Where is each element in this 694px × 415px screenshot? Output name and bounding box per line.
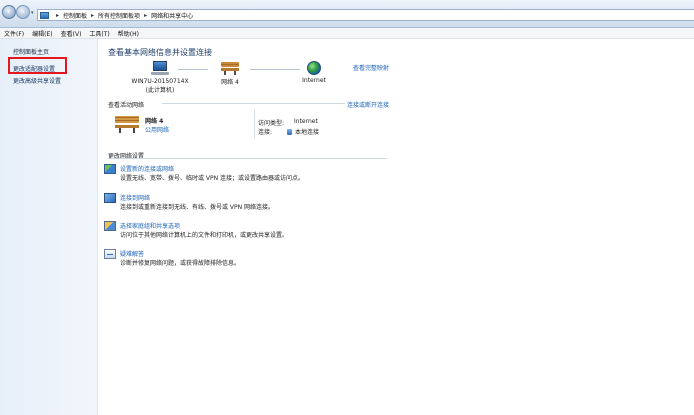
bench-network-icon	[221, 61, 239, 75]
forward-arrow-icon[interactable]: ›	[16, 5, 30, 19]
map-network[interactable]: 网络 4	[210, 61, 250, 86]
sidebar: 控制面板主页 更改适配器设置 更改高级共享设置	[0, 39, 98, 415]
vertical-divider	[254, 110, 255, 138]
new-connection-icon	[104, 164, 116, 174]
main-content: 查看基本网络信息并设置连接 查看完整映射 WIN7U-20150714X (此计…	[98, 39, 694, 415]
internet-label: Internet	[302, 77, 326, 84]
page-title: 查看基本网络信息并设置连接	[108, 48, 212, 57]
connection-label: 连接:	[258, 129, 273, 136]
computer-sub: (此计算机)	[145, 87, 175, 94]
menu-edit[interactable]: 编辑(E)	[28, 29, 56, 38]
task-new-connection-desc: 设置无线、宽带、拨号、临时或 VPN 连接；或设置路由器或访问点。	[120, 175, 305, 182]
menu-tools[interactable]: 工具(T)	[85, 29, 113, 38]
bench-network-icon	[115, 116, 139, 133]
divider	[108, 158, 387, 159]
local-connection-link[interactable]: 本地连接	[287, 127, 319, 136]
sidebar-change-advanced-sharing[interactable]: 更改高级共享设置	[13, 76, 61, 85]
divider	[162, 103, 345, 104]
recent-pages-chevron-icon[interactable]: ▾	[31, 10, 34, 16]
map-connector	[178, 69, 208, 70]
address-field[interactable]: ▸ 控制面板 ▸ 所有控制面板项 ▸ 网络和共享中心	[37, 9, 694, 21]
map-connector	[250, 69, 300, 70]
breadcrumb-network-center[interactable]: 网络和共享中心	[151, 11, 193, 20]
breadcrumb-separator[interactable]: ▸	[56, 12, 59, 19]
breadcrumb-separator[interactable]: ▸	[144, 12, 147, 19]
network-adapter-icon	[287, 129, 292, 135]
breadcrumb-control-panel[interactable]: 控制面板	[63, 11, 87, 20]
homegroup-icon	[104, 221, 116, 231]
connect-network-icon	[104, 193, 116, 203]
task-troubleshoot-link[interactable]: 疑难解答	[120, 249, 144, 258]
view-full-map-link[interactable]: 查看完整映射	[353, 63, 389, 72]
internet-globe-icon	[307, 61, 321, 75]
task-homegroup-link[interactable]: 选择家庭组和共享选项	[120, 221, 180, 230]
map-internet[interactable]: Internet	[294, 61, 334, 84]
menu-help[interactable]: 帮助(H)	[114, 29, 143, 38]
active-networks-title: 查看活动网络	[108, 102, 145, 109]
connect-disconnect-link[interactable]: 连接或断开连接	[347, 100, 389, 109]
menu-bar: 文件(F) 编辑(E) 查看(V) 工具(T) 帮助(H)	[0, 28, 694, 39]
task-homegroup-desc: 访问位于其他网络计算机上的文件和打印机，或更改共享设置。	[120, 232, 289, 239]
map-computer: WIN7U-20150714X (此计算机)	[120, 61, 200, 94]
sidebar-control-panel-home[interactable]: 控制面板主页	[13, 47, 49, 56]
computer-icon	[150, 61, 170, 76]
task-troubleshoot-desc: 诊断并修复网络问题，或获得故障排除信息。	[120, 260, 241, 267]
task-connect-network-link[interactable]: 连接到网络	[120, 193, 150, 202]
menu-view[interactable]: 查看(V)	[57, 29, 86, 38]
highlight-box	[8, 57, 67, 74]
access-type-label: 访问类型:	[258, 120, 285, 127]
access-type-value: Internet	[294, 118, 318, 125]
network-name: 网络 4	[221, 79, 239, 86]
breadcrumb-all-items[interactable]: 所有控制面板项	[98, 11, 140, 20]
control-panel-icon	[40, 11, 49, 19]
active-network-name: 网络 4	[145, 118, 164, 125]
local-connection-text: 本地连接	[295, 129, 320, 136]
active-network-type-link[interactable]: 公用网络	[145, 125, 169, 134]
breadcrumb-separator[interactable]: ▸	[91, 12, 94, 19]
menu-file[interactable]: 文件(F)	[0, 29, 28, 38]
task-connect-network-desc: 连接到或重新连接到无线、有线、拨号或 VPN 网络连接。	[120, 204, 275, 211]
back-arrow-icon[interactable]: ‹	[2, 5, 16, 19]
computer-name: WIN7U-20150714X	[131, 78, 189, 85]
address-bar: ‹ › ▾ ▸ 控制面板 ▸ 所有控制面板项 ▸ 网络和共享中心	[0, 0, 694, 28]
task-new-connection-link[interactable]: 设置新的连接或网络	[120, 164, 174, 173]
troubleshoot-icon	[104, 249, 116, 259]
